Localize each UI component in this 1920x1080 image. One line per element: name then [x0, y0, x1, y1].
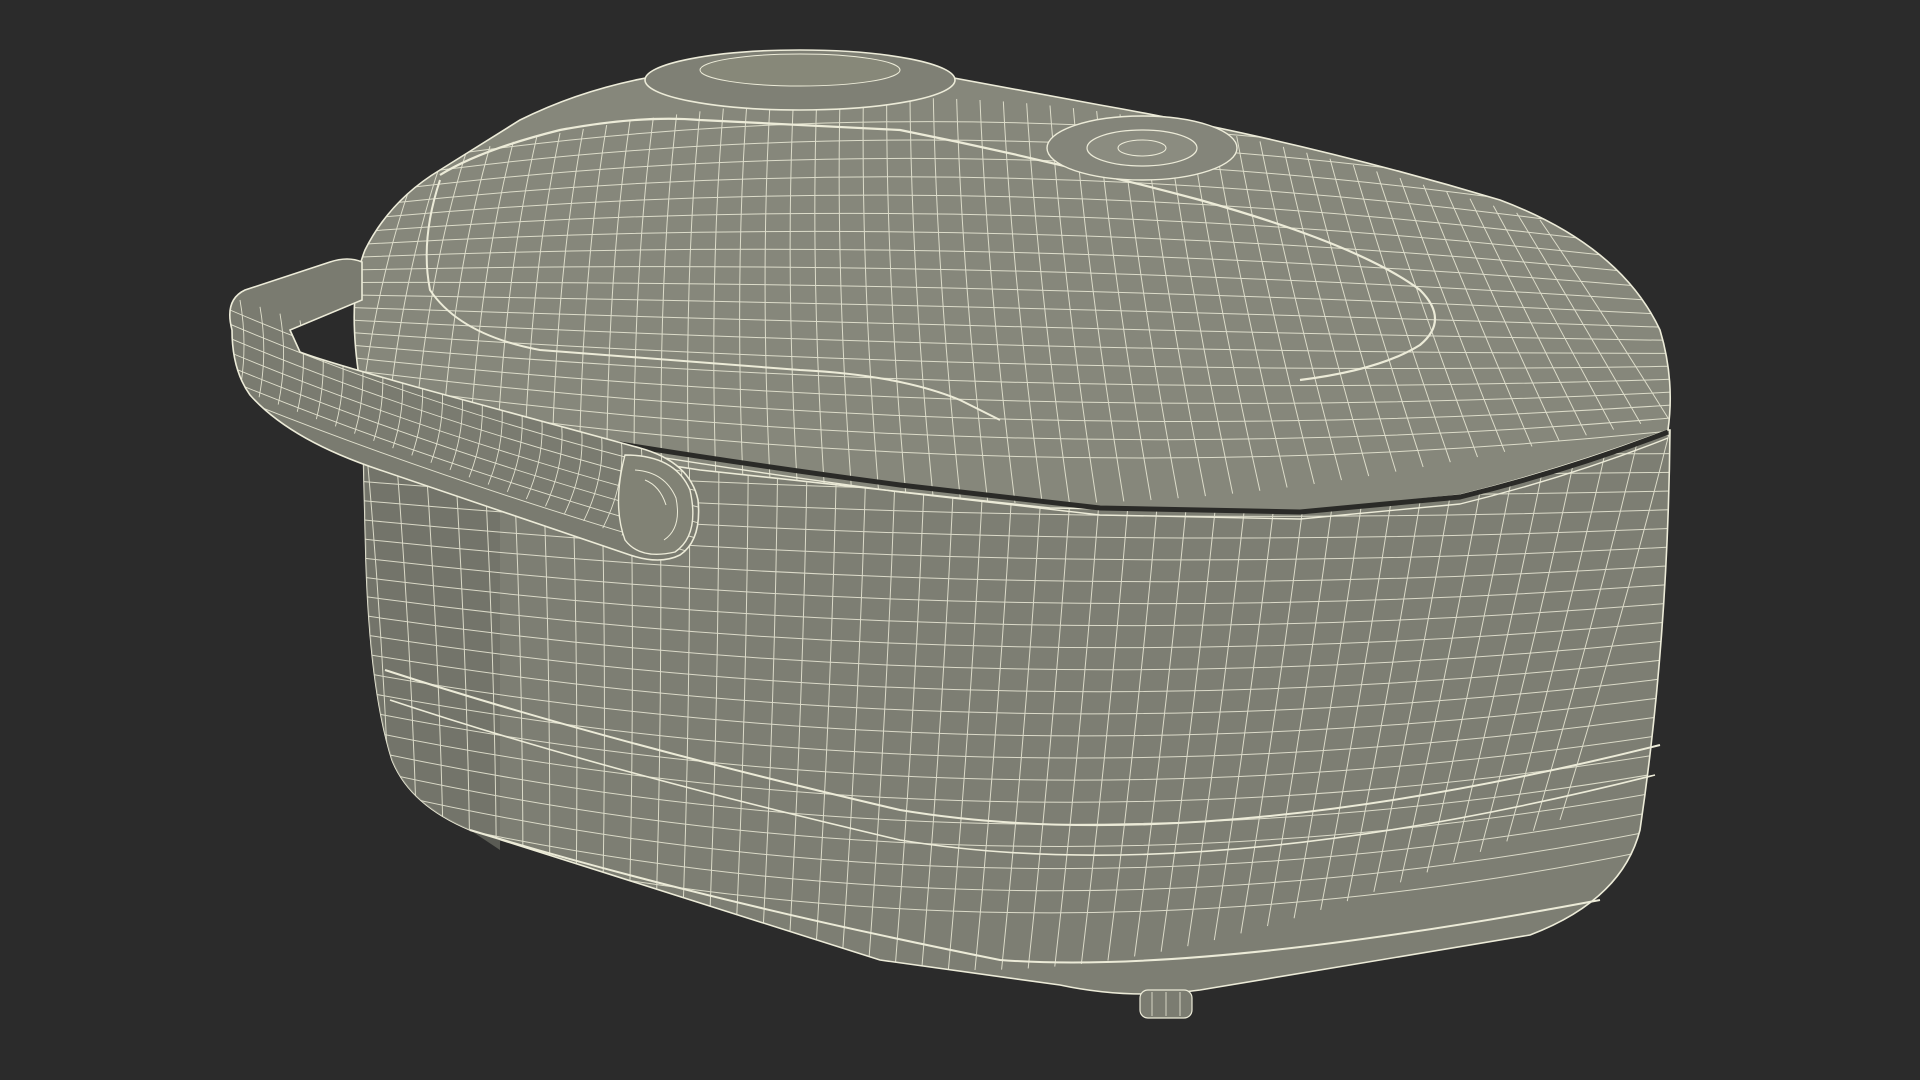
- cooker-foot: [1139, 989, 1193, 1019]
- render-viewport: [0, 0, 1920, 1080]
- rice-cooker-wireframe-icon: [229, 49, 1671, 1019]
